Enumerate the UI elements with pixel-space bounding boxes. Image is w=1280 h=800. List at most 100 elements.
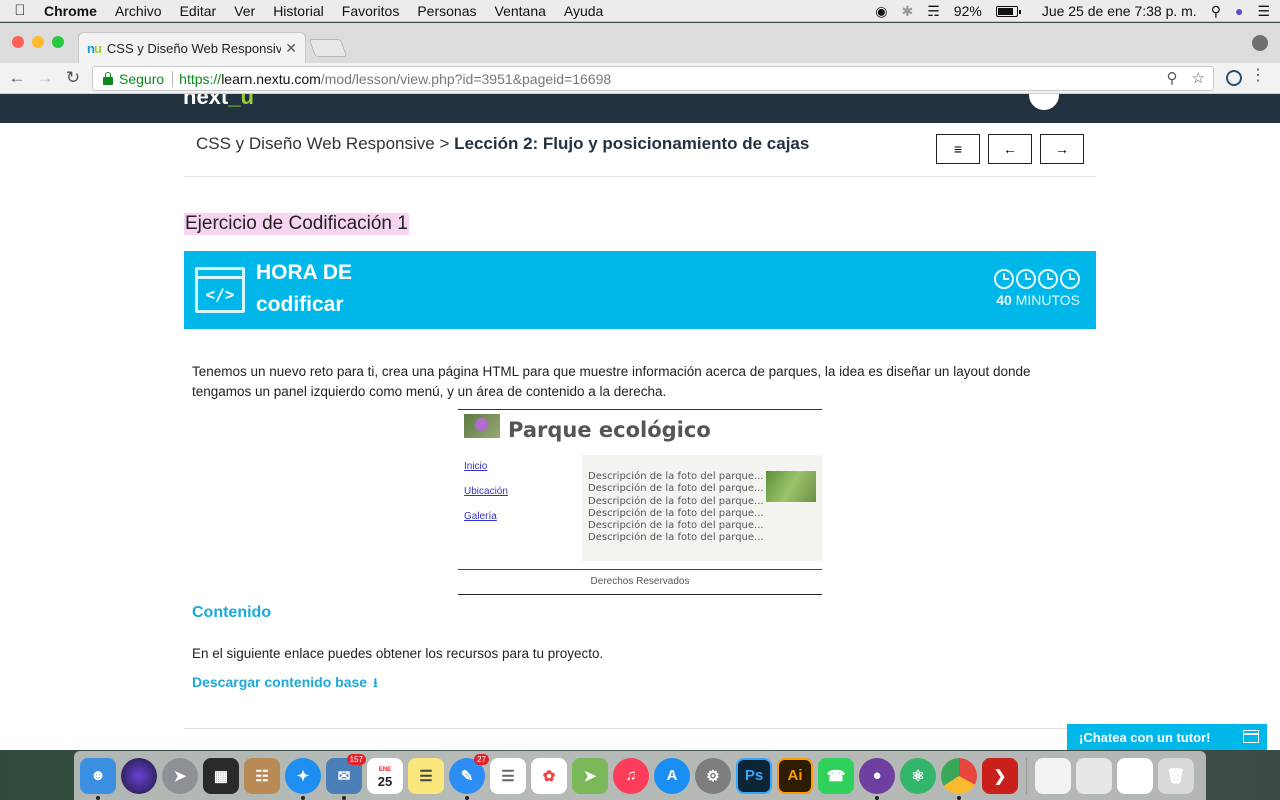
clock-icons xyxy=(994,269,1080,289)
menu-ayuda[interactable]: Ayuda xyxy=(555,3,612,19)
document-thumbnail-icon[interactable] xyxy=(1035,757,1071,794)
extension-icon[interactable] xyxy=(1226,70,1242,86)
siri-icon[interactable] xyxy=(121,757,157,794)
preview-content-area: Descripción de la foto del parque... Des… xyxy=(582,455,822,561)
zoom-window-button[interactable] xyxy=(52,36,64,48)
window-controls xyxy=(12,36,64,48)
messages-icon[interactable]: ✎ 27 xyxy=(449,753,489,800)
macos-menu-bar:  Chrome Archivo Editar Ver Historial Fa… xyxy=(0,0,1280,22)
document-thumbnail-icon[interactable] xyxy=(1117,757,1153,794)
dock-separator xyxy=(1026,757,1027,794)
mail-icon[interactable]: ✉ 157 xyxy=(326,753,366,800)
divider xyxy=(184,728,1084,729)
acrobat-icon[interactable]: ❯ xyxy=(982,757,1018,794)
user-avatar[interactable] xyxy=(1029,94,1059,110)
apple-menu-icon[interactable]:  xyxy=(0,2,40,19)
url-host: learn.nextu.com xyxy=(221,70,321,87)
preview-desc-line: Descripción de la foto del parque... xyxy=(588,471,764,482)
exercise-title: Ejercicio de Codificación 1 xyxy=(184,213,409,235)
siri-icon[interactable]: ● xyxy=(1235,3,1243,19)
battery-icon[interactable] xyxy=(995,5,1021,17)
menu-ventana[interactable]: Ventana xyxy=(486,3,555,19)
menu-clock[interactable]: Jue 25 de ene 7:38 p. m. xyxy=(1042,3,1197,19)
notification-center-icon[interactable]: ☰ xyxy=(1257,3,1270,20)
macos-dock: ☻ ➤ ▦ ☷ ✦ ✉ 157 ENE 25 ☰ ✎ 27 ☰ ✿ ➤ ♫ A ⚙ P… xyxy=(74,751,1206,800)
github-desktop-icon[interactable]: ● xyxy=(859,757,895,800)
tab-strip: nu CSS y Diseño Web Responsive ✕ xyxy=(0,23,1280,63)
park-photo-thumbnail xyxy=(766,471,816,502)
new-tab-button[interactable] xyxy=(308,39,348,57)
launchpad-icon[interactable]: ➤ xyxy=(162,757,198,794)
system-preferences-icon[interactable]: ⚙ xyxy=(695,757,731,794)
code-glyph: </> xyxy=(205,285,235,304)
code-window-icon: </> xyxy=(195,267,245,313)
duration-label: 40 MINUTOS xyxy=(996,292,1080,308)
clock-icon xyxy=(994,269,1014,289)
wifi-icon[interactable]: ☴ xyxy=(927,3,940,20)
duration-number: 40 xyxy=(996,292,1012,308)
tab-close-icon[interactable]: ✕ xyxy=(285,40,297,57)
app-store-icon[interactable]: A xyxy=(654,757,690,794)
chrome-menu-icon[interactable]: ⋮ xyxy=(1250,68,1266,84)
itunes-icon[interactable]: ♫ xyxy=(613,757,649,794)
site-header: next_u xyxy=(0,94,1280,123)
menu-app-chrome[interactable]: Chrome xyxy=(40,3,106,19)
maps-icon[interactable]: ➤ xyxy=(572,757,608,794)
preview-link-inicio: Inicio xyxy=(464,461,488,472)
close-window-button[interactable] xyxy=(12,36,24,48)
finder-icon[interactable]: ☻ xyxy=(80,757,116,800)
bookmark-star-icon[interactable]: ☆ xyxy=(1192,69,1205,87)
reload-icon[interactable]: ↻ xyxy=(62,68,84,88)
calendar-icon[interactable]: ENE 25 xyxy=(367,757,403,794)
back-arrow-icon[interactable]: ← xyxy=(6,68,28,88)
lesson-nav: ≡ ← → xyxy=(936,134,1084,164)
forward-arrow-icon[interactable]: → xyxy=(34,68,56,88)
chat-window-icon[interactable] xyxy=(1243,730,1259,743)
content-text: En el siguiente enlace puedes obtener lo… xyxy=(192,646,604,661)
breadcrumb-course-link[interactable]: CSS y Diseño Web Responsive xyxy=(196,134,435,153)
site-logo[interactable]: next_u xyxy=(183,94,254,110)
contacts-icon[interactable]: ☷ xyxy=(244,757,280,794)
profile-avatar-icon[interactable] xyxy=(1252,35,1268,51)
download-link[interactable]: Descargar contenido base ⭳ xyxy=(192,674,378,696)
address-bar[interactable]: Seguro https:// learn.nextu.com /mod/les… xyxy=(92,66,1214,91)
menu-personas[interactable]: Personas xyxy=(408,3,485,19)
trash-icon[interactable]: 🗑 xyxy=(1158,757,1194,794)
secure-label: Seguro xyxy=(119,70,165,87)
content-heading: Contenido xyxy=(192,604,272,621)
menu-editar[interactable]: Editar xyxy=(171,3,226,19)
chat-tutor-button[interactable]: ¡Chatea con un tutor! xyxy=(1067,724,1267,750)
lesson-menu-button[interactable]: ≡ xyxy=(936,134,980,164)
menu-historial[interactable]: Historial xyxy=(264,3,333,19)
example-layout-image: Parque ecológico Inicio Ubicación Galerí… xyxy=(458,409,822,595)
minimize-window-button[interactable] xyxy=(32,36,44,48)
reminders-icon[interactable]: ☰ xyxy=(490,757,526,794)
zoom-magnifier-icon[interactable]: ⚲ xyxy=(1167,69,1178,87)
creative-cloud-icon[interactable]: ◉ xyxy=(875,3,887,20)
preview-top-rule xyxy=(458,409,822,410)
photoshop-icon[interactable]: Ps xyxy=(736,757,772,794)
lotus-flower-thumbnail xyxy=(464,414,500,438)
menu-archivo[interactable]: Archivo xyxy=(106,3,171,19)
menu-ver[interactable]: Ver xyxy=(225,3,264,19)
chrome-icon[interactable] xyxy=(941,757,977,800)
download-link-label[interactable]: Descargar contenido base xyxy=(192,674,367,690)
spotlight-search-icon[interactable]: ⚲ xyxy=(1211,3,1221,20)
facetime-icon[interactable]: ☎ xyxy=(818,757,854,794)
menu-favoritos[interactable]: Favoritos xyxy=(333,3,409,19)
preview-footer: Derechos Reservados xyxy=(458,569,822,595)
mission-control-icon[interactable]: ▦ xyxy=(203,757,239,794)
chat-tutor-label[interactable]: ¡Chatea con un tutor! xyxy=(1079,730,1210,745)
lesson-prev-button[interactable]: ← xyxy=(988,134,1032,164)
bluetooth-icon[interactable]: ✱ xyxy=(901,3,913,20)
document-thumbnail-icon[interactable] xyxy=(1076,757,1112,794)
illustrator-icon[interactable]: Ai xyxy=(777,757,813,794)
url-scheme: https:// xyxy=(179,70,222,87)
lesson-next-button[interactable]: → xyxy=(1040,134,1084,164)
atom-icon[interactable]: ⚛ xyxy=(900,757,936,794)
photos-icon[interactable]: ✿ xyxy=(531,757,567,794)
safari-icon[interactable]: ✦ xyxy=(285,757,321,800)
browser-tab-active[interactable]: nu CSS y Diseño Web Responsive ✕ xyxy=(78,32,306,63)
notes-icon[interactable]: ☰ xyxy=(408,757,444,794)
download-icon[interactable]: ⭳ xyxy=(373,674,378,696)
